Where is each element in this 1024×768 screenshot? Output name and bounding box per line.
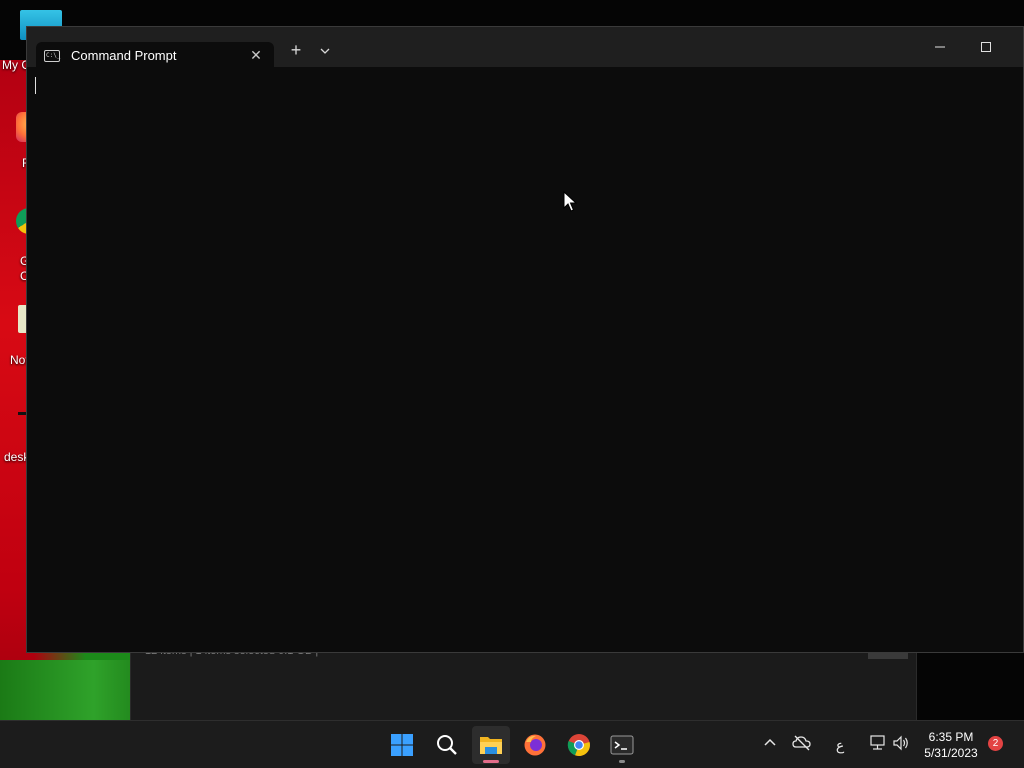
network-button[interactable]: [867, 735, 887, 755]
chrome-button[interactable]: [560, 726, 598, 764]
windows-logo-icon: [391, 734, 413, 756]
volume-button[interactable]: [891, 735, 911, 755]
minimize-button[interactable]: [927, 37, 953, 57]
language-indicator[interactable]: ع: [830, 735, 850, 755]
clock-button[interactable]: 6:35 PM 5/31/2023: [918, 729, 984, 761]
maximize-icon: [981, 42, 991, 52]
folder-icon: [480, 737, 502, 754]
tab-command-prompt[interactable]: C:\_ Command Prompt ✕: [36, 42, 274, 69]
clock-time: 6:35 PM: [928, 730, 974, 744]
volume-icon: [893, 735, 908, 751]
mouse-pointer-icon: [563, 191, 577, 212]
search-button[interactable]: [428, 726, 466, 764]
tab-close-button[interactable]: ✕: [248, 47, 264, 63]
terminal-content-area[interactable]: [27, 67, 1023, 652]
new-tab-button[interactable]: +: [288, 41, 304, 59]
active-indicator: [483, 760, 499, 763]
background-file-explorer-window[interactable]: 12 items | 1 items selected 0.1 GB |: [130, 642, 917, 720]
start-button[interactable]: [383, 726, 421, 764]
command-prompt-icon: C:\_: [44, 50, 60, 62]
cloud-offline-icon: [792, 735, 811, 751]
text-cursor: [35, 77, 36, 94]
terminal-icon: [610, 735, 634, 755]
new-tab-dropdown-button[interactable]: [317, 43, 333, 59]
terminal-titlebar[interactable]: C:\_ Command Prompt ✕ +: [27, 27, 1023, 69]
firefox-icon: [524, 734, 546, 756]
network-icon: [870, 735, 885, 750]
chevron-down-icon: [320, 48, 330, 54]
file-explorer-button[interactable]: [472, 726, 510, 764]
minimize-icon: [935, 46, 945, 48]
onedrive-button[interactable]: [792, 735, 812, 755]
clock-date: 5/31/2023: [924, 746, 978, 760]
firefox-button[interactable]: [516, 726, 554, 764]
running-indicator: [619, 760, 625, 763]
notification-badge[interactable]: 2: [988, 736, 1003, 751]
maximize-button[interactable]: [973, 37, 999, 57]
show-hidden-icons-button[interactable]: [760, 735, 780, 755]
taskbar: ع 6:35 PM 5/31/2023 2: [0, 720, 1024, 768]
terminal-button[interactable]: [603, 726, 641, 764]
tab-title: Command Prompt: [71, 48, 177, 63]
search-icon: [437, 735, 457, 755]
terminal-window[interactable]: C:\_ Command Prompt ✕ +: [26, 26, 1024, 653]
chrome-icon: [567, 734, 590, 757]
chevron-up-icon: [764, 738, 776, 746]
